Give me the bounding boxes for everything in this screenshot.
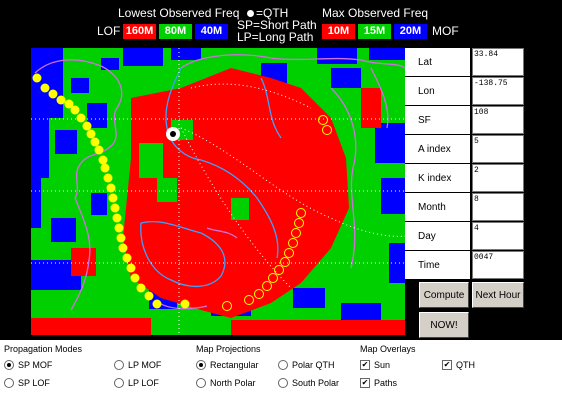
radio-label: Polar QTH <box>292 360 335 370</box>
lof-label: LOF <box>97 24 121 38</box>
sun-marker <box>40 83 50 93</box>
sun-marker <box>106 183 116 193</box>
field-label-lat: Lat <box>405 48 470 76</box>
sun-marker <box>114 223 124 233</box>
checkbox-icon: ✔ <box>442 360 452 370</box>
lof-band-160m: 160M <box>123 24 156 39</box>
sun-marker <box>94 145 104 155</box>
field-label-time: Time <box>405 251 470 279</box>
lof-band-40m: 40M <box>195 24 228 39</box>
field-label-k-index: K index <box>405 164 470 192</box>
sun-marker <box>103 173 113 183</box>
radio-label: SP MOF <box>18 360 53 370</box>
checkbox-icon: ✔ <box>360 378 370 388</box>
mof-label: MOF <box>432 24 459 38</box>
field-label-day: Day <box>405 222 470 250</box>
qth-dot-icon <box>247 10 254 17</box>
sun-marker <box>76 113 86 123</box>
qth-marker <box>166 127 180 141</box>
checkbox-qth[interactable]: ✔ QTH <box>442 360 475 370</box>
sun-marker <box>70 105 80 115</box>
radio-polar-qth[interactable]: Polar QTH <box>278 360 335 370</box>
propagation-map[interactable] <box>31 48 405 335</box>
radio-button-icon <box>196 360 206 370</box>
sun-marker <box>32 73 42 83</box>
map-projections-title: Map Projections <box>196 344 261 354</box>
radio-sp-lof[interactable]: SP LOF <box>4 378 50 388</box>
radio-lp-mof[interactable]: LP MOF <box>114 360 161 370</box>
sun-marker <box>100 163 110 173</box>
radio-label: LP MOF <box>128 360 162 370</box>
sun-marker <box>90 137 100 147</box>
field-label-lon: Lon <box>405 77 470 105</box>
compute-button[interactable]: Compute <box>419 282 469 308</box>
field-label-a-index: A index <box>405 135 470 163</box>
radio-button-icon <box>4 378 14 388</box>
field-label-month: Month <box>405 193 470 221</box>
next-hour-button[interactable]: Next Hour <box>472 282 524 308</box>
propagation-modes-title: Propagation Modes <box>4 344 83 354</box>
radio-sp-mof[interactable]: SP MOF <box>4 360 52 370</box>
k-index-input[interactable]: 2 <box>472 164 524 192</box>
radio-north-polar[interactable]: North Polar <box>196 378 256 388</box>
month-input[interactable]: 8 <box>472 193 524 221</box>
sun-marker <box>152 299 162 309</box>
radio-label: SP LOF <box>18 378 50 388</box>
mof-band-15m: 15M <box>358 24 391 39</box>
sun-marker <box>130 273 140 283</box>
radio-label: Rectangular <box>210 360 259 370</box>
radio-lp-lof[interactable]: LP LOF <box>114 378 159 388</box>
checkbox-icon: ✔ <box>360 360 370 370</box>
checkbox-label: QTH <box>456 360 475 370</box>
parameter-panel: Lat 33.84 Lon -138.75 SF 108 A index 5 K… <box>405 48 562 340</box>
radio-label: South Polar <box>292 378 340 388</box>
sf-input[interactable]: 108 <box>472 106 524 134</box>
a-index-input[interactable]: 5 <box>472 135 524 163</box>
radio-button-icon <box>278 378 288 388</box>
map-overlays-title: Map Overlays <box>360 344 416 354</box>
sun-marker <box>136 283 146 293</box>
sun-marker <box>144 291 154 301</box>
lowest-freq-title: Lowest Observed Freq <box>118 6 240 20</box>
sun-marker <box>116 233 126 243</box>
radio-button-icon <box>4 360 14 370</box>
radio-button-icon <box>278 360 288 370</box>
radio-button-icon <box>114 360 124 370</box>
sun-marker <box>48 89 58 99</box>
checkbox-label: Sun <box>374 360 391 370</box>
now-button[interactable]: NOW! <box>419 312 469 338</box>
lp-key: LP=Long Path <box>237 30 314 44</box>
sun-marker <box>108 193 118 203</box>
checkbox-label: Paths <box>374 378 398 388</box>
radio-rectangular[interactable]: Rectangular <box>196 360 259 370</box>
sun-marker <box>56 95 66 105</box>
field-label-sf: SF <box>405 106 470 134</box>
day-input[interactable]: 4 <box>472 222 524 250</box>
sun-marker <box>82 121 92 131</box>
legend-header: Lowest Observed Freq =QTH Max Observed F… <box>0 0 562 46</box>
sun-marker <box>98 155 108 165</box>
lof-band-80m: 80M <box>159 24 192 39</box>
radio-label: North Polar <box>210 378 256 388</box>
time-input[interactable]: 0047 <box>472 251 524 279</box>
radio-button-icon <box>114 378 124 388</box>
radio-label: LP LOF <box>128 378 159 388</box>
sun-marker <box>112 213 122 223</box>
checkbox-paths[interactable]: ✔ Paths <box>360 378 397 388</box>
max-freq-title: Max Observed Freq <box>322 6 429 20</box>
sun-marker <box>180 299 190 309</box>
lon-input[interactable]: -138.75 <box>472 77 524 105</box>
sun-marker <box>122 253 132 263</box>
radio-button-icon <box>196 378 206 388</box>
sun-marker <box>110 203 120 213</box>
radio-south-polar[interactable]: South Polar <box>278 378 339 388</box>
sun-marker <box>86 129 96 139</box>
sun-marker <box>118 243 128 253</box>
lat-input[interactable]: 33.84 <box>472 48 524 76</box>
mof-band-20m: 20M <box>394 24 427 39</box>
sun-marker <box>126 263 136 273</box>
checkbox-sun[interactable]: ✔ Sun <box>360 360 390 370</box>
control-panel: Propagation Modes SP MOF LP MOF SP LOF L… <box>0 340 562 419</box>
mof-band-10m: 10M <box>322 24 355 39</box>
